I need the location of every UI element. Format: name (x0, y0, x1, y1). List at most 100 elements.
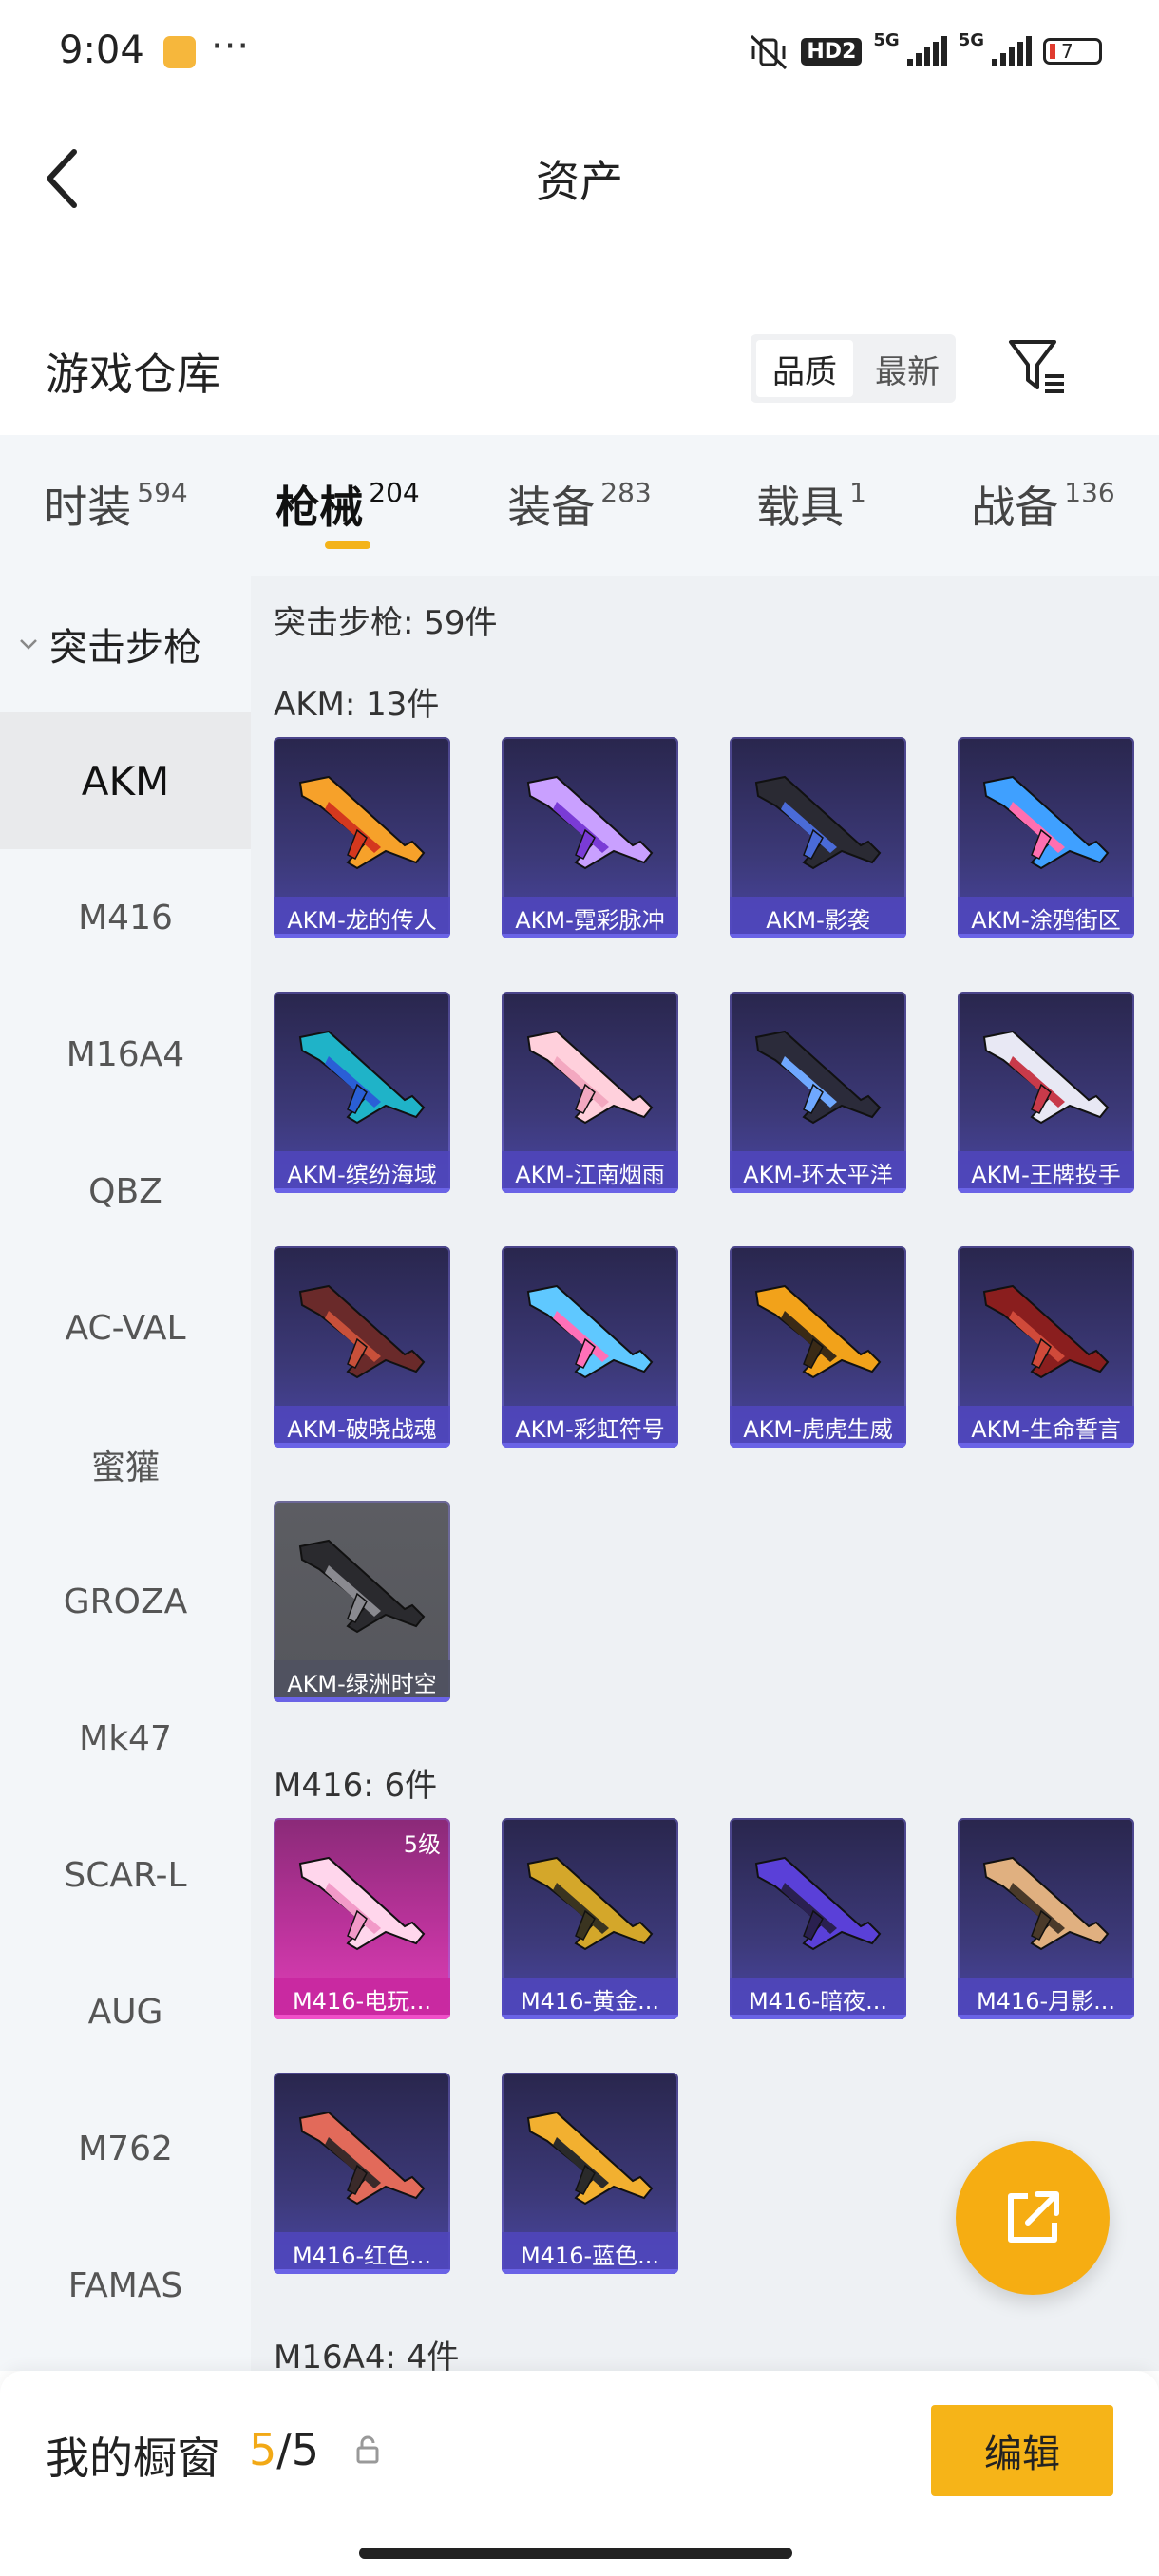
tab-label: 枪械 (276, 482, 364, 533)
sidebar-item-ac-val[interactable]: AC-VAL (0, 1260, 251, 1396)
skin-name: AKM-影袭 (730, 897, 906, 938)
skin-card[interactable]: AKM-龙的传人 (274, 737, 450, 938)
category-tabs: 时装 594 枪械 204 装备 283 载具 1 战备 136 (0, 435, 1159, 576)
sort-toggle: 品质 最新 (750, 334, 956, 403)
sidebar-item-m762[interactable]: M762 (0, 2080, 251, 2217)
skin-card[interactable]: M416-红色... (274, 2073, 450, 2274)
sidebar-item-m16a4[interactable]: M16A4 (0, 986, 251, 1123)
sidebar-category-assault-rifles[interactable]: 突击步枪 (0, 576, 251, 712)
battery-level: 7 (1061, 40, 1074, 63)
showcase-count: 5/5 (249, 2424, 319, 2475)
page-title: 资产 (536, 156, 623, 207)
skin-name: M416-蓝色... (502, 2232, 678, 2274)
gun-skin-image (982, 1856, 1110, 1951)
tab-vehicles[interactable]: 载具 1 (695, 435, 927, 576)
gun-skin-image (298, 2111, 426, 2206)
signal-icon-1 (906, 36, 947, 66)
sidebar-item--[interactable]: 蜜獾 (0, 1396, 251, 1533)
tab-count: 283 (600, 477, 652, 508)
notification-app-icon (163, 36, 196, 68)
gun-skin-image (298, 1856, 426, 1951)
status-time: 9:04 (59, 28, 144, 72)
tab-label: 载具 (756, 482, 845, 533)
showcase-total: /5 (276, 2424, 320, 2475)
skin-name: AKM-霓彩脉冲 (502, 897, 678, 938)
weapon-sidebar: 突击步枪 AKM M416 M16A4 QBZ AC-VAL 蜜獾 GROZA Mk47 SCA… (0, 576, 251, 2371)
more-notifications-icon: ··· (211, 25, 251, 68)
tab-count: 1 (849, 477, 866, 508)
gun-skin-image (298, 1030, 426, 1125)
gun-skin-image (526, 2111, 654, 2206)
sidebar-item-qbz[interactable]: QBZ (0, 1123, 251, 1260)
sidebar-item-famas[interactable]: FAMAS (0, 2217, 251, 2354)
skin-name: AKM-缤纷海域 (274, 1151, 450, 1193)
skin-name: AKM-破晓战魂 (274, 1406, 450, 1448)
skin-card[interactable]: AKM-江南烟雨 (502, 992, 678, 1193)
tab-equipment[interactable]: 装备 283 (464, 435, 695, 576)
sidebar-item-mk47[interactable]: Mk47 (0, 1670, 251, 1807)
skin-name: M416-黄金... (502, 1978, 678, 2019)
share-button[interactable] (956, 2141, 1110, 2295)
tab-label: 时装 (44, 482, 132, 533)
skin-card[interactable]: AKM-绿洲时空 (274, 1501, 450, 1702)
gun-skin-image (526, 775, 654, 870)
section-title: 游戏仓库 (46, 349, 220, 400)
skin-name: M416-暗夜... (730, 1978, 906, 2019)
tab-label: 战备 (971, 482, 1059, 533)
skin-card[interactable]: M416-月影... (958, 1818, 1134, 2019)
sort-newest-button[interactable]: 最新 (859, 334, 956, 403)
skin-card[interactable]: AKM-彩虹符号 (502, 1246, 678, 1448)
sidebar-item-scar-l[interactable]: SCAR-L (0, 1807, 251, 1943)
lock-icon (356, 2435, 379, 2464)
group-label: M416: 6件 (274, 1767, 438, 1805)
skin-name: M416-电玩... (274, 1978, 450, 2019)
edit-button[interactable]: 编辑 (931, 2405, 1113, 2496)
tab-guns[interactable]: 枪械 204 (232, 435, 464, 576)
skin-card[interactable]: M416-黄金... (502, 1818, 678, 2019)
tab-count: 204 (369, 477, 420, 508)
share-icon (1008, 2191, 1059, 2243)
filter-button[interactable] (1005, 334, 1072, 401)
skin-name: AKM-虎虎生威 (730, 1406, 906, 1448)
showcase-bar: 我的橱窗 5/5 编辑 (0, 2371, 1159, 2576)
skin-card[interactable]: M416-蓝色... (502, 2073, 678, 2274)
skin-name: M416-红色... (274, 2232, 450, 2274)
skin-card[interactable]: AKM-王牌投手 (958, 992, 1134, 1193)
skin-level-badge: 5级 (403, 1831, 441, 1858)
sidebar-item-aug[interactable]: AUG (0, 1943, 251, 2080)
system-icons: HD2 5G 5G 7 (748, 30, 1102, 72)
gun-skin-image (526, 1030, 654, 1125)
gun-skin-image (526, 1856, 654, 1951)
skin-card[interactable]: AKM-涂鸦街区 (958, 737, 1134, 938)
active-tab-indicator (325, 541, 370, 549)
skin-name: AKM-涂鸦街区 (958, 897, 1134, 938)
skin-card[interactable]: AKM-霓彩脉冲 (502, 737, 678, 938)
home-indicator[interactable] (359, 2548, 792, 2559)
tab-fashion[interactable]: 时装 594 (0, 435, 232, 576)
skin-name: AKM-彩虹符号 (502, 1406, 678, 1448)
gun-skin-image (754, 1030, 882, 1125)
gun-skin-image (982, 775, 1110, 870)
skin-card[interactable]: AKM-虎虎生威 (730, 1246, 906, 1448)
battery-icon: 7 (1043, 38, 1102, 65)
group-label: M16A4: 4件 (274, 2339, 460, 2371)
skin-card[interactable]: AKM-生命誓言 (958, 1246, 1134, 1448)
gun-skin-image (982, 1284, 1110, 1379)
tab-count: 136 (1064, 477, 1115, 508)
weapon-grid: 突击步枪: 59件 AKM: 13件 AKM-龙的传人 AKM-霓彩脉冲 AKM-影袭… (251, 576, 1159, 2371)
skin-card[interactable]: 5级 M416-电玩... (274, 1818, 450, 2019)
showcase-current: 5 (249, 2424, 277, 2475)
sort-quality-button[interactable]: 品质 (756, 340, 853, 397)
skin-card[interactable]: AKM-破晓战魂 (274, 1246, 450, 1448)
sidebar-item-akm[interactable]: AKM (0, 712, 251, 849)
sidebar-item-groza[interactable]: GROZA (0, 1533, 251, 1670)
tab-combat-gear[interactable]: 战备 136 (927, 435, 1159, 576)
skin-card[interactable]: AKM-缤纷海域 (274, 992, 450, 1193)
skin-name: AKM-绿洲时空 (274, 1660, 450, 1702)
skin-card[interactable]: AKM-环太平洋 (730, 992, 906, 1193)
sidebar-item-m416[interactable]: M416 (0, 849, 251, 986)
mute-vibrate-icon (750, 34, 788, 70)
tab-label: 装备 (507, 482, 596, 533)
skin-card[interactable]: M416-暗夜... (730, 1818, 906, 2019)
skin-card[interactable]: AKM-影袭 (730, 737, 906, 938)
